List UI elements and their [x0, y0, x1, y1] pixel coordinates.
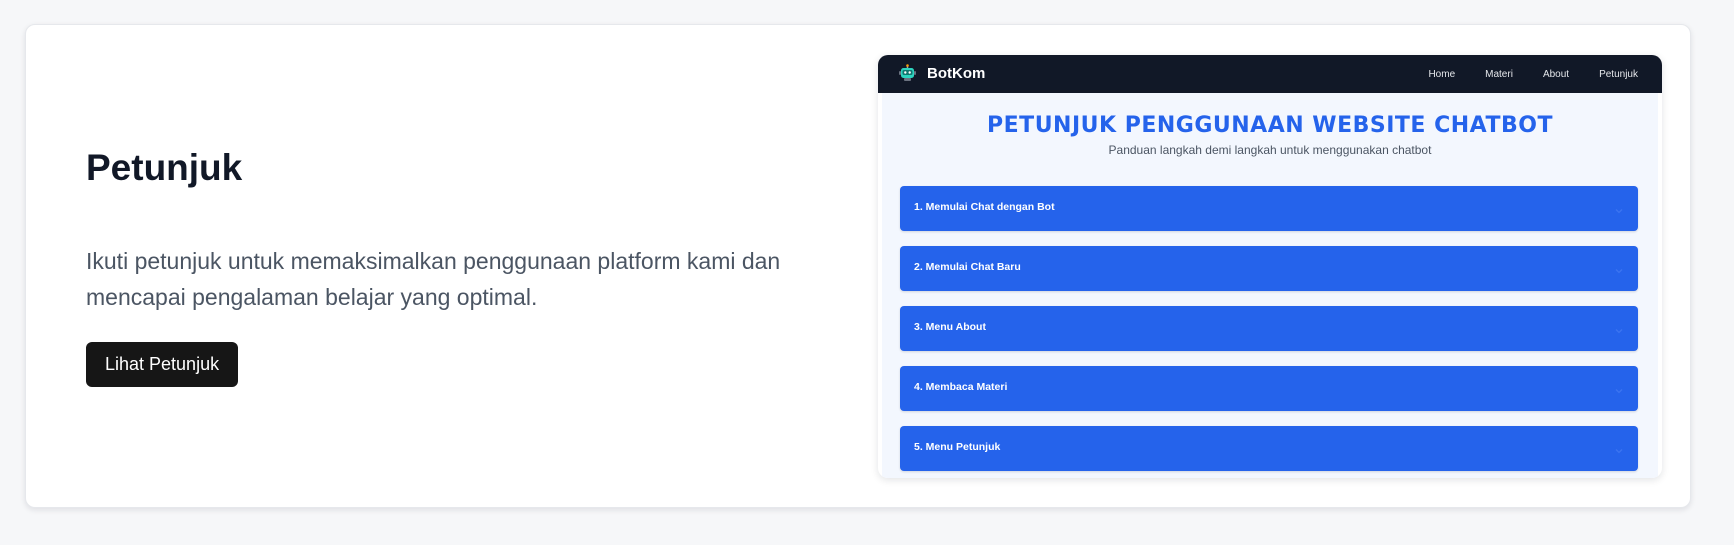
accordion-item[interactable]: 4. Membaca Materi: [900, 366, 1638, 411]
view-guide-button[interactable]: Lihat Petunjuk: [86, 342, 239, 387]
nav-link-materi[interactable]: Materi: [1485, 69, 1513, 80]
chevron-down-icon: [1614, 383, 1624, 394]
preview-brand[interactable]: BotKom: [927, 65, 985, 82]
accordion-item[interactable]: 1. Memulai Chat dengan Bot: [900, 186, 1638, 231]
hero-text-section: Petunjuk Ikuti petunjuk untuk memaksimal…: [86, 25, 806, 507]
accordion-label: 4. Membaca Materi: [914, 381, 1008, 393]
accordion-label: 1. Memulai Chat dengan Bot: [914, 201, 1055, 213]
page-title: Petunjuk: [86, 147, 243, 188]
preview-content: PETUNJUK PENGGUNAAN WEBSITE CHATBOT Pand…: [882, 93, 1658, 478]
nav-link-petunjuk[interactable]: Petunjuk: [1599, 69, 1638, 80]
accordion-item[interactable]: 2. Memulai Chat Baru: [900, 246, 1638, 291]
accordion-label: 3. Menu About: [914, 321, 986, 333]
accordion-item[interactable]: 3. Menu About: [900, 306, 1638, 351]
preview-navbar: BotKom Home Materi About Petunjuk: [878, 55, 1662, 93]
chevron-down-icon: [1614, 263, 1624, 274]
preview-title: PETUNJUK PENGGUNAAN WEBSITE CHATBOT: [987, 113, 1553, 138]
nav-link-about[interactable]: About: [1543, 69, 1569, 80]
nav-link-home[interactable]: Home: [1428, 69, 1455, 80]
accordion-item[interactable]: 5. Menu Petunjuk: [900, 426, 1638, 471]
accordion-label: 5. Menu Petunjuk: [914, 441, 1001, 453]
website-preview: BotKom Home Materi About Petunjuk PETUNJ…: [878, 55, 1662, 478]
hero-description: Ikuti petunjuk untuk memaksimalkan pengg…: [86, 248, 781, 310]
accordion-label: 2. Memulai Chat Baru: [914, 261, 1021, 273]
preview-nav-links: Home Materi About Petunjuk: [1398, 55, 1638, 93]
chevron-down-icon: [1614, 323, 1624, 334]
robot-icon: [898, 64, 917, 83]
chevron-down-icon: [1614, 443, 1624, 454]
chevron-down-icon: [1614, 203, 1624, 214]
preview-subtitle: Panduan langkah demi langkah untuk mengg…: [1108, 143, 1432, 157]
hero-card: Petunjuk Ikuti petunjuk untuk memaksimal…: [25, 24, 1691, 508]
